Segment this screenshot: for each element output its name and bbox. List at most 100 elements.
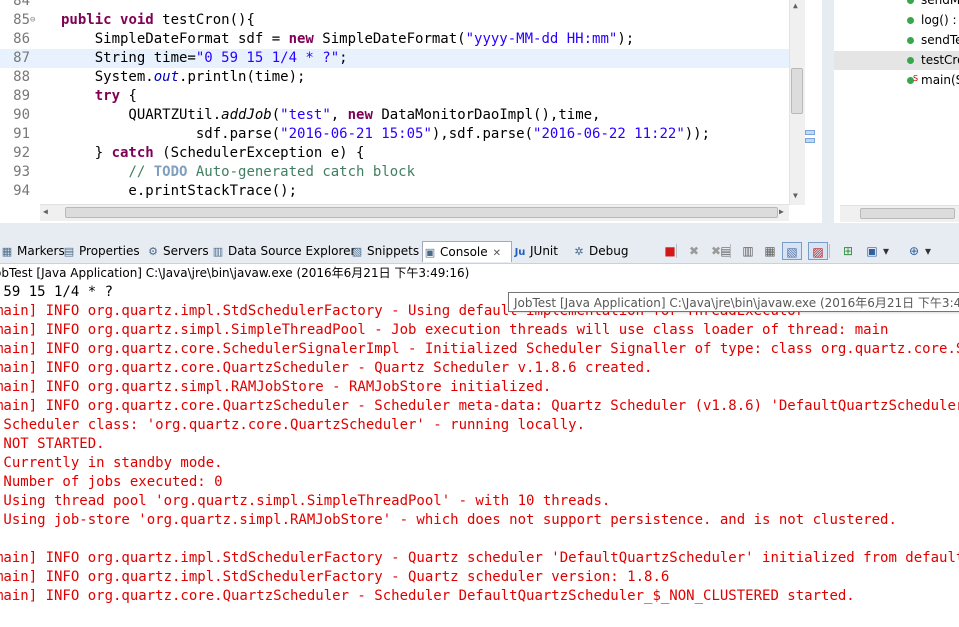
open-console-icon[interactable]: ⊕ xyxy=(904,242,924,260)
code-token: String time= xyxy=(61,50,196,66)
editor-vertical-scrollbar[interactable]: ▲ ▼ xyxy=(789,0,805,205)
code-token: { xyxy=(120,88,137,104)
code-line[interactable]: 93 // TODO Auto-generated catch block xyxy=(0,163,790,182)
scroll-lock-icon[interactable]: ▥ xyxy=(738,242,758,260)
code-line[interactable]: 94 e.printStackTrace(); xyxy=(0,182,790,201)
public-method-icon xyxy=(907,57,914,64)
line-code: public void testCron(){ xyxy=(61,11,255,30)
code-token: } xyxy=(61,145,112,161)
editor-horizontal-scrollbar[interactable]: ◀ ▶ xyxy=(40,204,789,221)
code-token: addJob xyxy=(221,107,272,123)
outline-item[interactable]: sendM xyxy=(834,0,959,10)
code-token: new xyxy=(288,31,314,47)
open-console-dropdown-icon[interactable]: ▾ xyxy=(923,242,933,260)
tab-snippets[interactable]: ▧ Snippets xyxy=(350,241,420,262)
code-token: public xyxy=(61,12,112,28)
fold-toggle-icon[interactable]: ⊖ xyxy=(30,11,40,30)
code-token: // xyxy=(128,164,154,180)
code-token: "2016-06-21 15:05" xyxy=(280,126,432,142)
code-line[interactable]: 86 SimpleDateFormat sdf = new SimpleDate… xyxy=(0,30,790,49)
line-number: 86 xyxy=(13,31,30,47)
stderr-line: NOT STARTED. xyxy=(0,436,105,452)
code-line[interactable]: 91 sdf.parse("2016-06-21 15:05"),sdf.par… xyxy=(0,125,790,144)
code-token: testCron(){ xyxy=(153,12,255,28)
code-token: Auto-generated catch block xyxy=(187,164,416,180)
console-icon: ▣ xyxy=(424,246,436,259)
occurrence-marker[interactable] xyxy=(805,138,815,143)
terminate-icon[interactable]: ■ xyxy=(660,242,680,260)
tab-data-source-explorer[interactable]: ▥ Data Source Explorer xyxy=(211,241,356,262)
scroll-down-arrow-icon[interactable]: ▼ xyxy=(793,191,798,200)
display-selected-console-dropdown-icon[interactable]: ▾ xyxy=(881,242,891,260)
toolbar-separator xyxy=(730,244,731,258)
stderr-line: Currently in standby mode. xyxy=(0,455,223,471)
overview-ruler xyxy=(805,0,822,223)
line-code: e.printStackTrace(); xyxy=(61,182,297,201)
outline-item[interactable]: Smain(S xyxy=(834,71,959,90)
console-output[interactable]: 59 15 1/4 * ? main] INFO org.quartz.impl.… xyxy=(0,283,959,627)
code-token: out xyxy=(153,69,180,85)
clear-console-icon[interactable]: ▤ xyxy=(716,242,736,260)
code-token: System. xyxy=(61,69,154,85)
outline-item-label: sendTe xyxy=(921,33,959,47)
occurrence-marker[interactable] xyxy=(805,130,815,135)
tab-label: Debug xyxy=(589,244,629,258)
outline-horizontal-scroll-thumb[interactable] xyxy=(860,208,955,219)
outline-item[interactable]: testCro xyxy=(834,51,959,70)
line-code: SimpleDateFormat sdf = new SimpleDateFor… xyxy=(61,30,634,49)
code-line[interactable]: 88 System.out.println(time); xyxy=(0,68,790,87)
line-number: 92 xyxy=(13,145,30,161)
code-token: TODO xyxy=(153,164,188,180)
close-icon[interactable]: ✕ xyxy=(493,248,501,259)
outline-horizontal-scrollbar[interactable] xyxy=(840,205,959,222)
scroll-up-arrow-icon[interactable]: ▲ xyxy=(793,1,798,10)
outline-item[interactable]: sendTe xyxy=(834,31,959,50)
stderr-line: Scheduler class: 'org.quartz.core.Quartz… xyxy=(0,417,586,433)
code-line[interactable]: 85 ⊖ public void testCron(){ xyxy=(0,11,790,30)
code-line[interactable]: 90 QUARTZUtil.addJob("test", new DataMon… xyxy=(0,106,790,125)
tab-servers[interactable]: ⚙ Servers xyxy=(146,241,209,262)
scroll-right-arrow-icon[interactable]: ▶ xyxy=(779,207,784,216)
toolbar-separator xyxy=(829,244,830,258)
line-number: 90 xyxy=(13,107,30,123)
code-line[interactable]: 84 xyxy=(0,0,790,11)
tab-junit[interactable]: Ju JUnit xyxy=(513,241,569,262)
stderr-line: Using job-store 'org.quartz.simpl.RAMJob… xyxy=(0,512,897,528)
word-wrap-icon[interactable]: ▦ xyxy=(760,242,780,260)
code-line[interactable]: 89 try { xyxy=(0,87,790,106)
code-token: e.printStackTrace(); xyxy=(61,183,298,199)
code-line[interactable]: 92 } catch (SchedulerException e) { xyxy=(0,144,790,163)
remove-launch-icon[interactable]: ✖ xyxy=(684,242,704,260)
outline-view: sendM log() : sendTe testCroSmain(S xyxy=(834,0,959,223)
pin-console-icon[interactable]: ⊞ xyxy=(838,242,858,260)
stderr-line: main] INFO org.quartz.core.QuartzSchedul… xyxy=(0,360,653,376)
junit-icon: Ju xyxy=(514,247,526,258)
line-number: 94 xyxy=(13,183,30,199)
line-code: String time="0 59 15 1/4 * ?"; xyxy=(61,49,348,68)
tab-console[interactable]: ▣ Console ✕ xyxy=(422,241,512,262)
code-token: "2016-06-22 11:22" xyxy=(533,126,685,142)
code-token: ); xyxy=(617,31,635,47)
code-editor[interactable]: 84 85 ⊖ public void testCron(){86 SimpleDat… xyxy=(0,0,822,223)
editor-horizontal-scroll-thumb[interactable] xyxy=(65,207,778,218)
show-on-stdout-icon[interactable]: ▧ xyxy=(782,242,802,260)
outline-item[interactable]: log() : xyxy=(834,11,959,30)
line-number: 87 xyxy=(13,50,30,66)
display-selected-console-icon[interactable]: ▣ xyxy=(862,242,882,260)
tab-debug[interactable]: ✲ Debug xyxy=(572,241,632,262)
outline-item-label: log() : xyxy=(921,13,957,27)
stderr-line: main] INFO org.quartz.impl.StdSchedulerF… xyxy=(0,569,670,585)
tab-markers[interactable]: ▦ Markers xyxy=(0,241,65,262)
code-line[interactable]: 87 String time="0 59 15 1/4 * ?"; xyxy=(0,49,790,68)
markers-icon: ▦ xyxy=(1,245,13,258)
code-token: new xyxy=(347,107,373,123)
stderr-line: main] INFO org.quartz.simpl.SimpleThread… xyxy=(0,322,889,338)
tab-label: Snippets xyxy=(367,244,420,258)
line-code: } catch (SchedulerException e) { xyxy=(61,144,365,163)
editor-vertical-scroll-thumb[interactable] xyxy=(791,68,803,114)
scroll-left-arrow-icon[interactable]: ◀ xyxy=(43,207,48,216)
code-lines[interactable]: 84 85 ⊖ public void testCron(){86 SimpleDat… xyxy=(0,0,790,201)
show-on-stderr-icon[interactable]: ▨ xyxy=(808,242,828,260)
tab-properties[interactable]: ▤ Properties xyxy=(62,241,142,262)
